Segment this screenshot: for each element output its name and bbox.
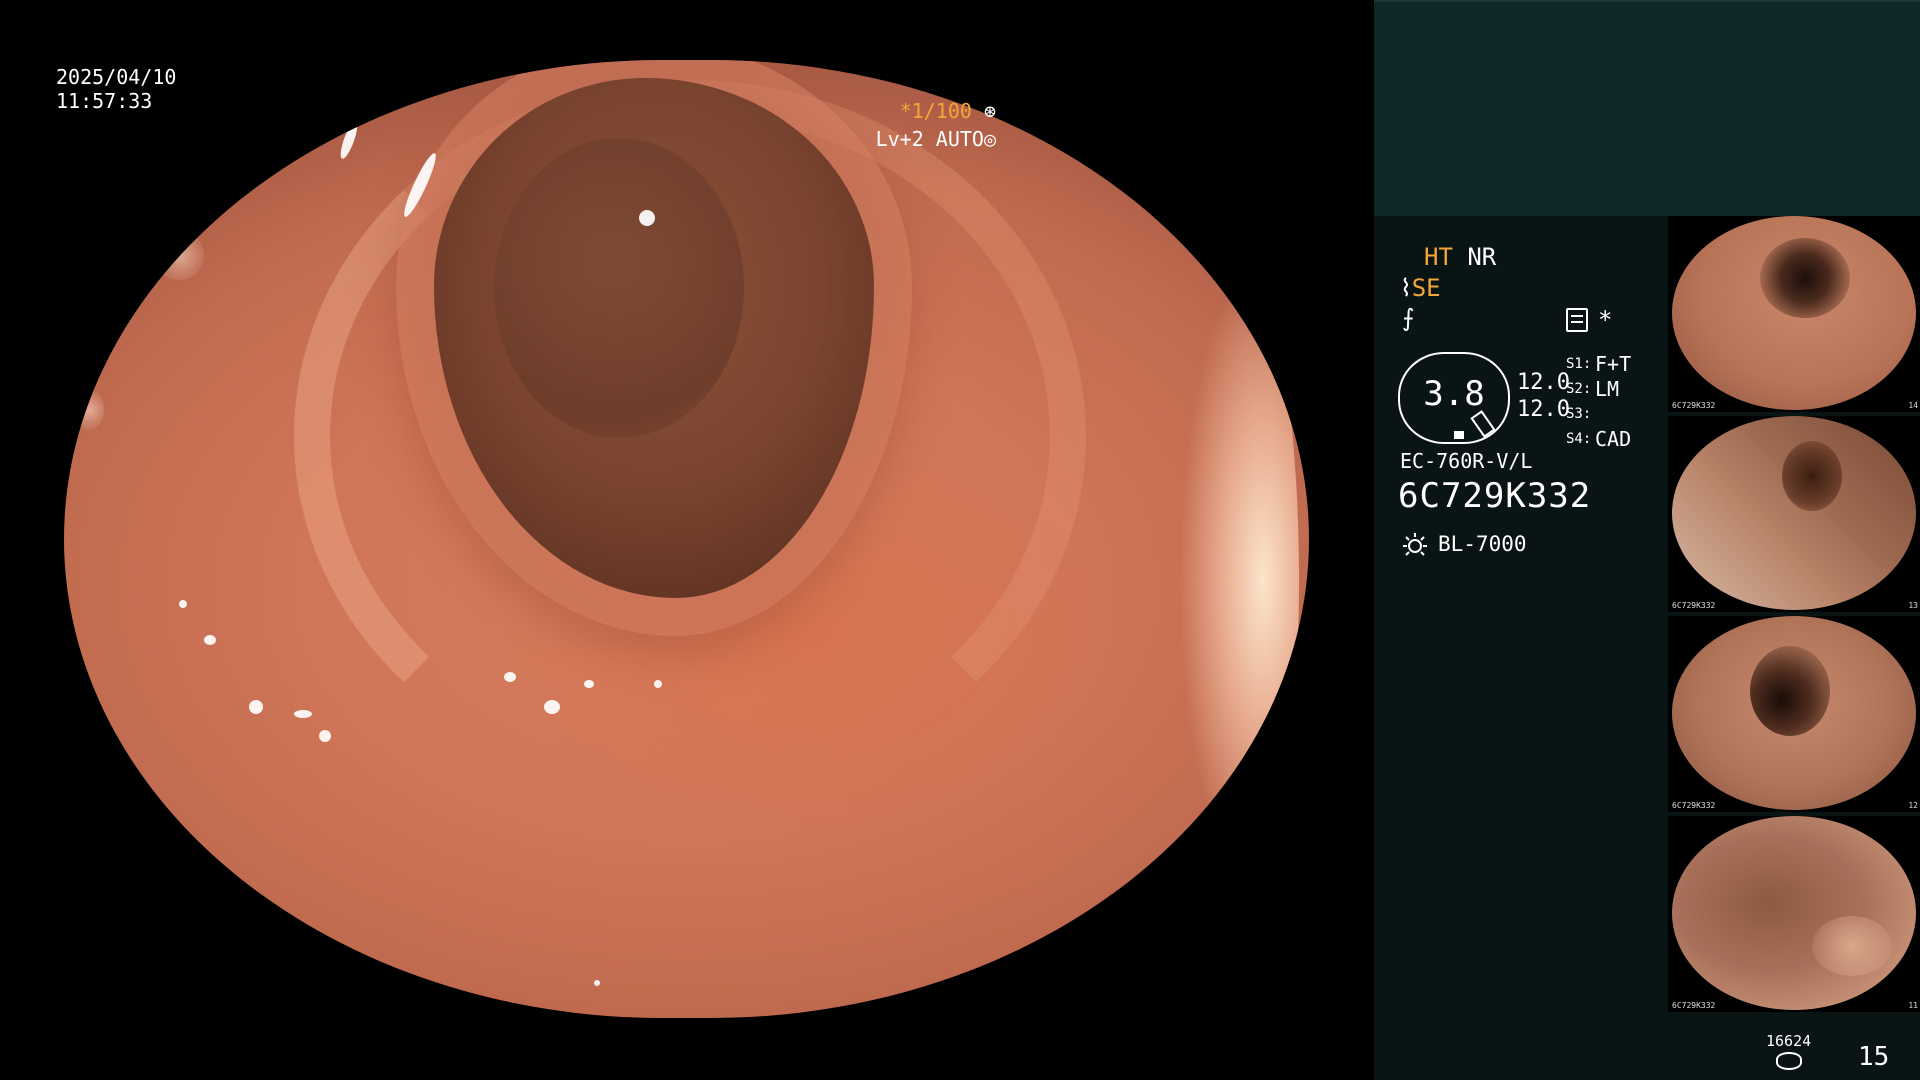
auto-iris-icon: ◎ <box>983 127 996 151</box>
frame-mask-bottom <box>0 1018 1374 1080</box>
thumbnail-number: 12 <box>1908 801 1918 810</box>
slot-1-label: S1: <box>1566 356 1592 372</box>
slot-3-label: S3: <box>1566 406 1592 422</box>
thumbnail-number: 14 <box>1908 401 1918 410</box>
capture-thumbnail[interactable]: 6C729K332 12 <box>1668 616 1920 812</box>
slot-2-label: S2: <box>1566 381 1592 397</box>
panel-header-area <box>1374 0 1920 218</box>
capture-thumbnail[interactable]: 6C729K332 11 <box>1668 816 1920 1012</box>
thumbnail-image <box>1672 816 1916 1010</box>
lens-droplet <box>74 390 104 430</box>
light-source-icon <box>1403 533 1427 556</box>
specular-highlight <box>249 700 263 714</box>
thumbnail-caption: 6C729K332 <box>1672 801 1716 810</box>
image-mode-row: HT NR <box>1424 243 1496 271</box>
f-symbol: ⨍ <box>1402 304 1415 332</box>
slot-4-value: CAD <box>1595 427 1632 451</box>
thumbnail-caption: 6C729K332 <box>1672 401 1716 410</box>
capture-thumbnail[interactable]: 6C729K332 14 <box>1668 216 1920 412</box>
thumbnail-image <box>1672 216 1916 410</box>
nr-label: NR <box>1467 243 1497 271</box>
se-row: ⌇SE <box>1400 274 1441 302</box>
specular-highlight <box>504 672 516 682</box>
specular-highlight <box>544 700 560 714</box>
exposure-level-value: Lv+2 AUTO <box>875 127 984 151</box>
thumbnail-number: 11 <box>1908 1001 1918 1010</box>
shutter-value: *1/100 <box>899 99 972 123</box>
shutter-icon: ⊛ <box>983 99 996 123</box>
specular-highlight <box>179 600 187 608</box>
date-readout: 2025/04/10 <box>56 65 177 89</box>
capture-count: 15 <box>1858 1042 1890 1072</box>
badge-pencil-icon <box>1470 410 1496 438</box>
thumbnail-caption: 6C729K332 <box>1672 601 1716 610</box>
ht-label: HT <box>1424 243 1453 271</box>
frame-mask-top <box>0 0 1374 60</box>
menu-icon <box>1566 308 1588 332</box>
storage-icon <box>1776 1052 1802 1070</box>
info-panel: HT NR ⌇SE ⨍ * 3.8 12.0 12.0 S1: F+T S2: … <box>1374 0 1920 1080</box>
light-source-label: BL-7000 <box>1438 532 1527 556</box>
capture-counter: 16624 <box>1766 1032 1812 1050</box>
value-2: 12.0 <box>1517 397 1570 422</box>
specular-highlight <box>294 710 312 718</box>
scope-model: EC-760R-V/L <box>1400 449 1533 473</box>
specular-highlight <box>1014 975 1022 983</box>
enhancement-icon: ⌇ <box>1400 274 1412 302</box>
lumen-depth <box>494 138 744 438</box>
light-reflection-rim <box>1179 260 1299 900</box>
thumbnail-number: 13 <box>1908 601 1918 610</box>
scope-serial: 6C729K332 <box>1398 476 1592 516</box>
se-label: SE <box>1411 274 1441 302</box>
zoom-badge: 3.8 <box>1398 352 1510 444</box>
slot-4-label: S4: <box>1566 431 1592 447</box>
shutter-readout: *1/100 ⊛ <box>876 98 996 124</box>
value-1: 12.0 <box>1517 370 1570 395</box>
badge-marker <box>1454 431 1464 439</box>
asterisk-indicator: * <box>1598 306 1613 334</box>
endoscope-video-view: 2025/04/10 11:57:33 *1/100 ⊛ Lv+2 AUTO◎ <box>0 0 1374 1080</box>
capture-thumbnail[interactable]: 6C729K332 13 <box>1668 416 1920 612</box>
lens-droplet <box>154 230 204 280</box>
time-readout: 11:57:33 <box>56 89 153 113</box>
thumbnail-image <box>1672 616 1916 810</box>
specular-highlight <box>204 635 216 645</box>
specular-highlight <box>319 730 331 742</box>
specular-highlight <box>639 210 655 226</box>
slot-1-value: F+T <box>1595 352 1632 376</box>
specular-highlight <box>654 680 662 688</box>
lens-droplet <box>184 90 234 140</box>
specular-highlight <box>594 980 600 986</box>
specular-highlight <box>584 680 594 688</box>
thumbnail-caption: 6C729K332 <box>1672 1001 1716 1010</box>
endoscope-image <box>64 60 1309 1018</box>
slot-2-value: LM <box>1595 377 1620 401</box>
specular-highlight <box>337 119 361 161</box>
thumbnail-image <box>1672 416 1916 610</box>
zoom-value: 3.8 <box>1423 374 1485 414</box>
exposure-level-readout: Lv+2 AUTO◎ <box>836 126 996 152</box>
